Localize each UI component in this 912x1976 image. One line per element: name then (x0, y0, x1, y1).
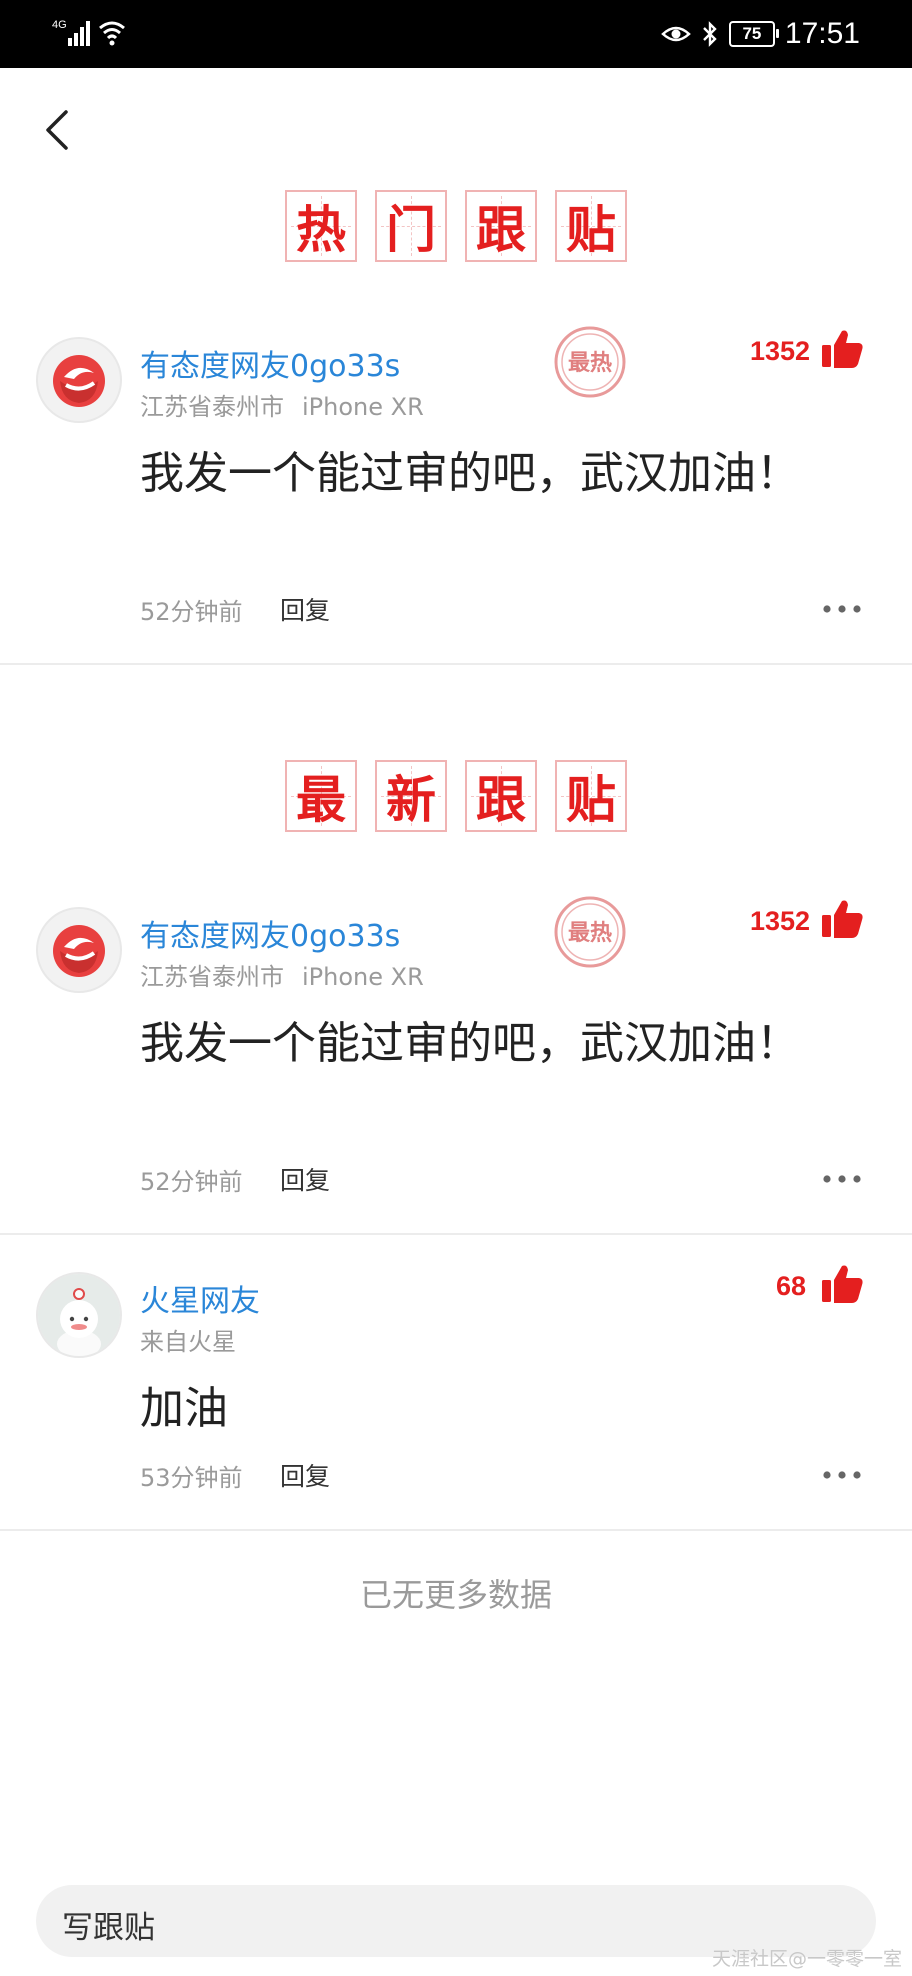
avatar[interactable] (36, 337, 122, 423)
hot-stamp-icon: 最热 (554, 326, 626, 398)
divider (0, 1233, 912, 1235)
divider (0, 1529, 912, 1531)
svg-text:最热: 最热 (568, 350, 612, 376)
back-button[interactable] (36, 100, 80, 160)
reply-button[interactable]: 回复 (280, 1161, 330, 1197)
like-count: 1352 (750, 336, 811, 366)
thumbs-up-icon[interactable] (820, 897, 864, 941)
comment-content: 加油 (140, 1383, 228, 1434)
like-count: 1352 (750, 906, 811, 936)
title-char: 热 (285, 190, 357, 262)
thumbs-up-icon[interactable] (820, 1262, 864, 1306)
title-char: 贴 (555, 190, 627, 262)
comment-content: 我发一个能过审的吧，武汉加油！ (140, 448, 800, 499)
title-char: 新 (375, 760, 447, 832)
device: iPhone XR (302, 963, 424, 991)
eye-icon (661, 26, 691, 42)
avatar-logo-icon (53, 925, 105, 977)
user-meta: 江苏省泰州市 iPhone XR (140, 387, 424, 422)
avatar-logo-icon (53, 355, 105, 407)
username[interactable]: 有态度网友0go33s (140, 341, 400, 385)
hot-stamp-icon: 最热 (554, 896, 626, 968)
more-icon[interactable] (822, 1173, 862, 1185)
no-more-data: 已无更多数据 (359, 1576, 552, 1614)
status-left: 4G (50, 14, 140, 54)
title-char: 最 (285, 760, 357, 832)
battery-icon: 75 (728, 21, 779, 47)
battery-level: 75 (742, 24, 762, 43)
username[interactable]: 火星网友 (140, 1276, 260, 1320)
title-char: 跟 (465, 190, 537, 262)
reply-button[interactable]: 回复 (280, 1457, 330, 1493)
mascot-avatar-icon (38, 1274, 120, 1356)
status-time: 17:51 (784, 17, 860, 50)
like-count: 68 (776, 1271, 807, 1301)
user-meta: 来自火星 (140, 1322, 236, 1357)
comment-content: 我发一个能过审的吧，武汉加油！ (140, 1018, 800, 1069)
location: 来自火星 (140, 1328, 236, 1356)
more-icon[interactable] (822, 1469, 862, 1481)
new-section-title: 最 新 跟 贴 (0, 760, 912, 832)
avatar[interactable] (36, 907, 122, 993)
thumbs-up-icon[interactable] (820, 327, 864, 371)
signal-icon: 4G (52, 19, 125, 46)
title-char: 跟 (465, 760, 537, 832)
title-char: 贴 (555, 760, 627, 832)
reply-button[interactable]: 回复 (280, 591, 330, 627)
comment-time: 52分钟前 (140, 598, 243, 626)
wifi-icon (99, 21, 125, 46)
user-meta: 江苏省泰州市 iPhone XR (140, 957, 424, 992)
write-comment-placeholder: 写跟贴 (62, 1910, 155, 1946)
svg-text:4G: 4G (52, 19, 67, 31)
hot-section-title: 热 门 跟 贴 (0, 190, 912, 262)
svg-text:最热: 最热 (568, 920, 612, 946)
watermark: 天涯社区@一零零一室 (711, 1948, 902, 1970)
more-icon[interactable] (822, 603, 862, 615)
title-char: 门 (375, 190, 447, 262)
bluetooth-icon (703, 21, 717, 47)
divider (0, 663, 912, 665)
comment-time: 53分钟前 (140, 1464, 243, 1492)
username[interactable]: 有态度网友0go33s (140, 911, 400, 955)
avatar[interactable] (36, 1272, 122, 1358)
status-bar: 4G 75 17:51 (0, 0, 912, 68)
back-icon (46, 110, 68, 150)
status-right: 75 17:51 (661, 14, 860, 54)
location: 江苏省泰州市 (140, 963, 284, 991)
device: iPhone XR (302, 393, 424, 421)
location: 江苏省泰州市 (140, 393, 284, 421)
comment-time: 52分钟前 (140, 1168, 243, 1196)
